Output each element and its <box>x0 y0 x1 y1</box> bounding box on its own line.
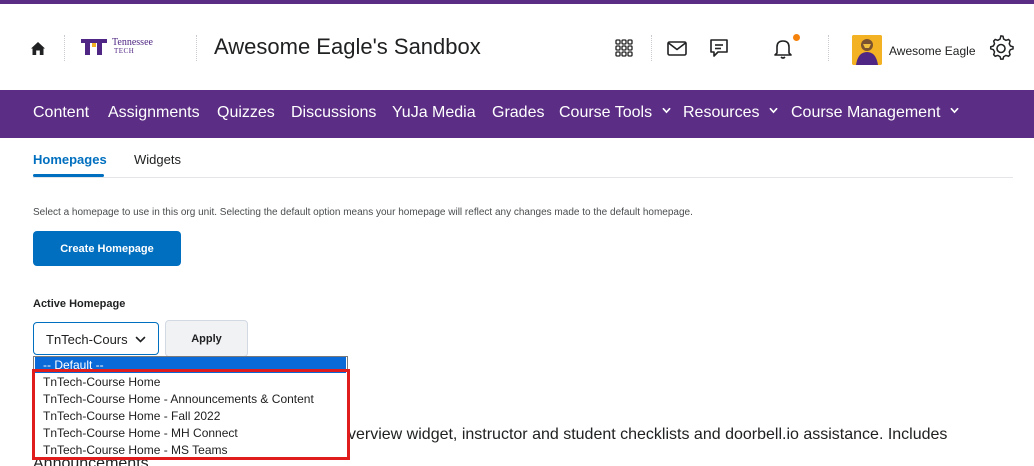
divider <box>828 35 829 61</box>
waffle-grid-icon[interactable] <box>611 36 637 60</box>
nav-discussions[interactable]: Discussions <box>291 104 376 122</box>
create-homepage-button[interactable]: Create Homepage <box>33 231 181 266</box>
nav-quizzes[interactable]: Quizzes <box>217 104 275 122</box>
logo-line1: Tennessee <box>112 37 153 48</box>
chat-icon[interactable] <box>706 36 732 60</box>
active-homepage-label: Active Homepage <box>33 298 126 310</box>
chevron-down-icon <box>135 336 146 343</box>
select-value: TnTech-Course Home <box>46 332 128 347</box>
tennessee-tech-logo[interactable]: Tennessee TECH <box>80 37 153 57</box>
nav-course-tools[interactable]: Course Tools <box>559 104 671 122</box>
red-highlight-annotation <box>32 369 350 460</box>
user-name[interactable]: Awesome Eagle <box>889 44 976 58</box>
divider <box>196 35 197 61</box>
tab-widgets[interactable]: Widgets <box>134 152 181 167</box>
home-icon[interactable] <box>29 40 47 58</box>
course-navbar: Content Assignments Quizzes Discussions … <box>0 90 1034 138</box>
chevron-down-icon <box>950 107 959 114</box>
divider <box>64 35 65 61</box>
chevron-down-icon <box>662 107 671 114</box>
homepage-description-text: verview widget, instructor and student c… <box>348 426 948 443</box>
active-homepage-select[interactable]: TnTech-Course Home <box>33 322 159 355</box>
tt-logo-icon <box>81 39 107 55</box>
nav-course-management[interactable]: Course Management <box>791 104 959 122</box>
nav-grades[interactable]: Grades <box>492 104 544 122</box>
nav-resources-label: Resources <box>683 104 760 121</box>
tab-homepages[interactable]: Homepages <box>33 152 107 167</box>
page-description: Select a homepage to use in this org uni… <box>33 207 693 218</box>
minibar-header: Tennessee TECH Awesome Eagle's Sandbox A… <box>0 4 1034 84</box>
chevron-down-icon <box>769 107 778 114</box>
nav-assignments[interactable]: Assignments <box>108 104 200 122</box>
gear-icon[interactable] <box>987 34 1015 62</box>
divider <box>651 35 652 61</box>
nav-course-management-label: Course Management <box>791 104 941 121</box>
course-title[interactable]: Awesome Eagle's Sandbox <box>214 34 481 60</box>
notification-badge <box>793 34 800 41</box>
tab-divider <box>33 177 1013 178</box>
apply-button[interactable]: Apply <box>165 320 248 357</box>
nav-yuja-media[interactable]: YuJa Media <box>392 104 476 122</box>
bell-icon[interactable] <box>770 36 796 60</box>
logo-line2: TECH <box>114 47 135 55</box>
nav-course-tools-label: Course Tools <box>559 104 653 121</box>
avatar[interactable] <box>852 35 882 65</box>
nav-content[interactable]: Content <box>33 104 89 122</box>
mail-icon[interactable] <box>664 36 690 60</box>
nav-resources[interactable]: Resources <box>683 104 778 122</box>
